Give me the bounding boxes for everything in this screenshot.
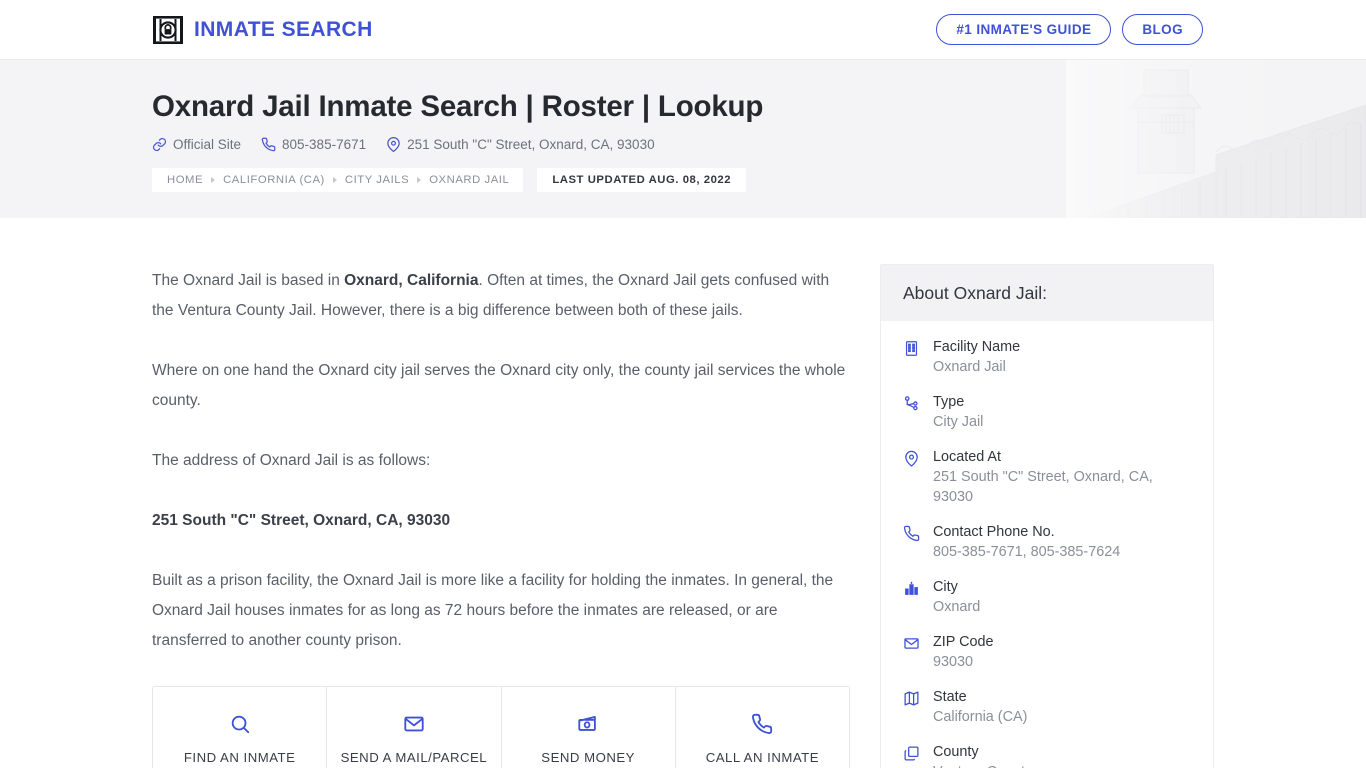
jail-lock-icon — [152, 15, 184, 45]
info-row-city: City Oxnard — [903, 577, 1191, 617]
breadcrumb-item-california[interactable]: CALIFORNIA (CA) — [223, 174, 325, 186]
inmates-guide-button[interactable]: #1 INMATE'S GUIDE — [936, 13, 1112, 46]
info-value-state: California (CA) — [933, 709, 1028, 725]
page-title: Oxnard Jail Inmate Search | Roster | Loo… — [152, 90, 764, 123]
brand-logo-link[interactable]: INMATE SEARCH — [152, 15, 373, 45]
breadcrumb-list: HOME CALIFORNIA (CA) CITY JAILS OXNARD J… — [152, 167, 524, 192]
info-row-type: Type City Jail — [903, 392, 1191, 432]
city-icon — [903, 577, 921, 617]
phone-icon — [261, 137, 276, 152]
main-content: The Oxnard Jail is based in Oxnard, Cali… — [152, 218, 850, 768]
chevron-right-icon — [417, 176, 422, 183]
blog-button[interactable]: BLOG — [1122, 13, 1203, 46]
map-icon — [903, 687, 921, 727]
tile-send-money[interactable]: SEND MONEY — [501, 687, 676, 768]
hero-address: 251 South "C" Street, Oxnard, CA, 93030 — [386, 136, 655, 152]
info-label-facility-name: Facility Name — [933, 339, 1021, 355]
tile-send-a-mail-parcel[interactable]: SEND A MAIL/PARCEL — [327, 687, 502, 768]
paragraph-holding: Built as a prison facility, the Oxnard J… — [152, 572, 834, 649]
paragraph-intro: The Oxnard Jail is based in Oxnard, Cali… — [152, 266, 850, 326]
breadcrumb-item-oxnard-jail[interactable]: OXNARD JAIL — [429, 174, 509, 186]
about-jail-card: About Oxnard Jail: Facility Name Oxnard — [880, 264, 1214, 768]
paragraph-address: 251 South "C" Street, Oxnard, CA, 93030 — [152, 512, 451, 529]
header-actions: #1 INMATE'S GUIDE BLOG — [936, 13, 1203, 46]
paragraph-intro-bold: Oxnard, California — [344, 272, 479, 289]
hero-banner: Oxnard Jail Inmate Search | Roster | Loo… — [0, 60, 1366, 218]
info-label-contact-phone: Contact Phone No. — [933, 524, 1055, 540]
copy-icon — [903, 742, 921, 768]
paragraph-difference: Where on one hand the Oxnard city jail s… — [152, 362, 846, 409]
action-tiles: FIND AN INMATE SEND A MAIL/PARCEL SEND M… — [152, 686, 850, 768]
info-label-state: State — [933, 689, 967, 705]
envelope-icon — [903, 632, 921, 672]
last-updated-badge: LAST UPDATED AUG. 08, 2022 — [537, 167, 747, 192]
paragraph-address-lead: The address of Oxnard Jail is as follows… — [152, 452, 431, 469]
sitemap-icon — [903, 392, 921, 432]
tile-call-an-inmate[interactable]: CALL AN INMATE — [675, 687, 849, 768]
info-label-zip-code: ZIP Code — [933, 634, 994, 650]
tile-send-a-mail-parcel-label: SEND A MAIL/PARCEL — [340, 750, 488, 765]
building-icon — [903, 337, 921, 377]
tile-find-an-inmate-label: FIND AN INMATE — [183, 750, 296, 765]
info-value-county: Ventura County — [933, 762, 1191, 768]
info-label-county: County — [933, 744, 979, 760]
hero-official-site[interactable]: Official Site — [152, 137, 241, 152]
tile-call-an-inmate-label: CALL AN INMATE — [705, 750, 819, 765]
breadcrumb: HOME CALIFORNIA (CA) CITY JAILS OXNARD J… — [152, 167, 1366, 192]
info-row-zip-code: ZIP Code 93030 — [903, 632, 1191, 672]
info-value-contact-phone: 805-385-7671, 805-385-7624 — [933, 544, 1121, 560]
phone-icon — [682, 709, 843, 739]
hero-official-site-label: Official Site — [173, 136, 242, 152]
sidebar: About Oxnard Jail: Facility Name Oxnard — [880, 218, 1214, 768]
search-icon — [159, 709, 320, 739]
info-value-city: Oxnard — [933, 599, 981, 615]
phone-icon — [903, 522, 921, 562]
map-pin-icon — [903, 447, 921, 507]
map-pin-icon — [386, 137, 401, 152]
breadcrumb-item-home[interactable]: HOME — [167, 174, 203, 186]
info-label-city: City — [933, 579, 958, 595]
hero-address-label: 251 South "C" Street, Oxnard, CA, 93030 — [407, 136, 655, 152]
about-jail-card-body: Facility Name Oxnard Jail Type City Jail — [881, 321, 1213, 768]
page-body: The Oxnard Jail is based in Oxnard, Cali… — [0, 218, 1366, 768]
info-row-located-at: Located At 251 South "C" Street, Oxnard,… — [903, 447, 1191, 507]
envelope-icon — [333, 709, 494, 739]
tile-find-an-inmate[interactable]: FIND AN INMATE — [153, 687, 328, 768]
tile-send-money-label: SEND MONEY — [541, 750, 635, 765]
banknote-icon — [508, 709, 669, 739]
brand-name: INMATE SEARCH — [194, 17, 373, 41]
info-row-state: State California (CA) — [903, 687, 1191, 727]
chevron-right-icon — [332, 176, 337, 183]
info-row-facility-name: Facility Name Oxnard Jail — [903, 337, 1191, 377]
info-label-located-at: Located At — [933, 449, 1002, 465]
info-value-zip-code: 93030 — [933, 654, 974, 670]
info-row-contact-phone: Contact Phone No. 805-385-7671, 805-385-… — [903, 522, 1191, 562]
info-label-type: Type — [933, 394, 965, 410]
info-value-located-at: 251 South "C" Street, Oxnard, CA, 93030 — [933, 469, 1153, 505]
info-value-facility-name: Oxnard Jail — [933, 359, 1006, 375]
breadcrumb-item-city-jails[interactable]: CITY JAILS — [345, 174, 409, 186]
paragraph-intro-before: The Oxnard Jail is based in — [152, 272, 345, 289]
hero-phone[interactable]: 805-385-7671 — [261, 137, 366, 152]
site-header: INMATE SEARCH #1 INMATE'S GUIDE BLOG — [0, 0, 1366, 60]
about-jail-card-title: About Oxnard Jail: — [881, 265, 1213, 321]
hero-phone-label: 805-385-7671 — [282, 136, 367, 152]
chevron-right-icon — [211, 176, 216, 183]
info-row-county: County Ventura County — [903, 742, 1191, 768]
hero-meta-row: Official Site 805-385-7671 251 South "C"… — [152, 137, 1366, 152]
info-value-type: City Jail — [933, 414, 984, 430]
link-icon — [152, 137, 167, 152]
